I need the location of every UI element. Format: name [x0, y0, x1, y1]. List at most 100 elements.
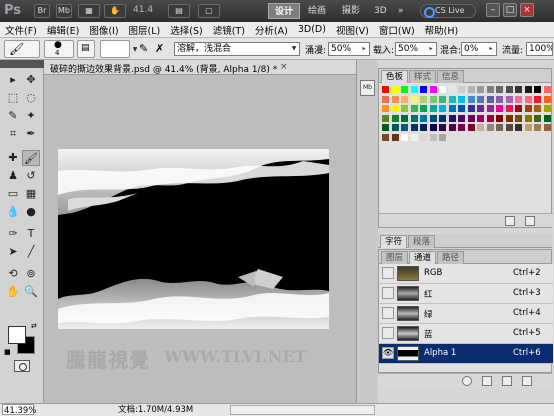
color-swatch[interactable] [543, 105, 551, 112]
color-swatch[interactable] [524, 105, 532, 112]
color-swatch[interactable] [534, 105, 541, 112]
color-swatch[interactable] [505, 124, 513, 131]
cs-live-button[interactable]: CS Live [420, 4, 476, 18]
close-document-icon[interactable]: × [280, 62, 288, 72]
color-swatch[interactable] [429, 133, 437, 141]
color-swatch[interactable] [382, 133, 389, 141]
color-swatch[interactable] [429, 114, 437, 122]
type-tool-icon[interactable]: T [22, 226, 40, 242]
healing-brush-icon[interactable]: ✚ [4, 150, 22, 166]
color-swatch[interactable] [486, 105, 494, 112]
color-swatch[interactable] [505, 86, 513, 93]
color-swatch[interactable] [496, 124, 503, 131]
crop-tool-icon[interactable]: ⌗ [4, 126, 22, 142]
color-swatch[interactable] [391, 114, 399, 122]
color-swatch[interactable] [524, 124, 532, 131]
color-swatch[interactable] [534, 124, 541, 131]
color-swatch[interactable] [543, 86, 551, 93]
color-swatch[interactable] [486, 124, 494, 131]
menu-analysis[interactable]: 分析(A) [250, 23, 293, 37]
eraser-icon[interactable]: ▭ [4, 186, 22, 202]
delete-swatch-button[interactable] [525, 216, 535, 226]
screen-mode-button[interactable]: ▢ [198, 4, 220, 18]
line-tool-icon[interactable]: ╱ [22, 244, 40, 260]
color-swatch[interactable] [420, 124, 427, 131]
color-swatch[interactable] [524, 86, 532, 93]
maximize-button[interactable]: □ [503, 3, 517, 17]
hand-tool-icon[interactable]: ✋ [4, 284, 22, 300]
workspace-photography[interactable]: 摄影 [336, 3, 366, 19]
color-swatch[interactable] [391, 124, 399, 131]
workspace-painting[interactable]: 绘画 [302, 3, 332, 19]
color-swatch[interactable] [401, 86, 408, 93]
menu-view[interactable]: 视图(V) [331, 23, 374, 37]
new-channel-icon[interactable] [502, 376, 512, 386]
color-swatch[interactable] [534, 95, 541, 103]
color-swatch[interactable] [429, 86, 437, 93]
minimize-button[interactable]: – [486, 3, 500, 17]
color-swatch[interactable] [410, 86, 418, 93]
clone-stamp-icon[interactable]: ♟ [4, 168, 22, 184]
mini-bridge-button[interactable]: Mb [56, 4, 72, 18]
menu-layer[interactable]: 图层(L) [124, 23, 166, 37]
menu-file[interactable]: 文件(F) [0, 23, 42, 37]
color-swatch[interactable] [401, 105, 408, 112]
mixer-brush-tool-icon[interactable]: 🖌 [22, 150, 40, 166]
color-swatch[interactable] [401, 95, 408, 103]
foreground-color-swatch[interactable] [8, 326, 26, 344]
menu-image[interactable]: 图像(I) [84, 23, 123, 37]
color-swatch[interactable] [448, 86, 456, 93]
color-swatch[interactable] [429, 105, 437, 112]
color-swatch[interactable] [477, 114, 484, 122]
color-swatch[interactable] [467, 124, 475, 131]
color-swatch[interactable] [391, 133, 399, 141]
color-swatch[interactable] [420, 105, 427, 112]
image-canvas[interactable] [58, 149, 329, 329]
blend-combination-select[interactable]: 溶解，浅混合 ▼ [174, 42, 300, 56]
tab-channels[interactable]: 通道 [409, 251, 437, 264]
color-swatch[interactable] [410, 105, 418, 112]
color-swatch[interactable] [543, 124, 551, 131]
color-swatch[interactable] [467, 86, 475, 93]
blur-tool-icon[interactable]: 💧 [4, 204, 22, 220]
current-brush-load-swatch[interactable]: ▼ [100, 40, 137, 58]
color-swatch[interactable] [410, 114, 418, 122]
workspace-3d[interactable]: 3D [368, 3, 393, 19]
workspace-design[interactable]: 设计 [268, 3, 301, 19]
wet-input[interactable]: 50% ▸ [328, 42, 370, 56]
load-selection-icon[interactable] [462, 376, 472, 386]
bridge-button[interactable]: Br [34, 4, 50, 18]
color-swatch[interactable] [391, 105, 399, 112]
channel-row-blue[interactable]: 蓝 Ctrl+5 [379, 324, 553, 344]
save-selection-icon[interactable] [482, 376, 492, 386]
close-button[interactable]: × [520, 3, 534, 17]
pen-tool-icon[interactable]: ✑ [4, 226, 22, 242]
color-swatch[interactable] [534, 86, 541, 93]
visibility-toggle[interactable] [382, 267, 394, 279]
color-swatch[interactable] [515, 95, 522, 103]
channel-row-alpha1[interactable]: 👁 Alpha 1 Ctrl+6 [379, 344, 553, 364]
color-swatch[interactable] [382, 114, 389, 122]
lasso-tool-icon[interactable]: ◌ [22, 90, 40, 106]
color-swatch[interactable] [439, 133, 446, 141]
document-tab[interactable]: 破碎的撕边效果背景.psd @ 41.4% (背景, Alpha 1/8) * … [44, 60, 377, 75]
visibility-toggle[interactable] [382, 287, 394, 299]
swap-colors-icon[interactable]: ⇄ [31, 322, 37, 330]
color-swatch[interactable] [391, 86, 399, 93]
color-swatch[interactable] [496, 114, 503, 122]
color-swatch[interactable] [420, 114, 427, 122]
artboard-move-icon[interactable]: ✥ [22, 72, 40, 88]
color-swatch[interactable] [448, 95, 456, 103]
zoom-tool-icon[interactable]: 🔍 [22, 284, 40, 300]
color-swatch[interactable] [496, 86, 503, 93]
delete-channel-icon[interactable] [522, 376, 532, 386]
load-input[interactable]: 50% ▸ [395, 42, 437, 56]
color-swatch[interactable] [382, 86, 389, 93]
color-swatch[interactable] [448, 124, 456, 131]
clean-brush-button[interactable]: ✗ [154, 40, 168, 58]
color-swatch[interactable] [401, 124, 408, 131]
color-swatch[interactable] [420, 133, 427, 141]
tab-info[interactable]: 信息 [437, 70, 465, 83]
color-swatch[interactable] [458, 124, 465, 131]
channel-row-red[interactable]: 红 Ctrl+3 [379, 284, 553, 304]
